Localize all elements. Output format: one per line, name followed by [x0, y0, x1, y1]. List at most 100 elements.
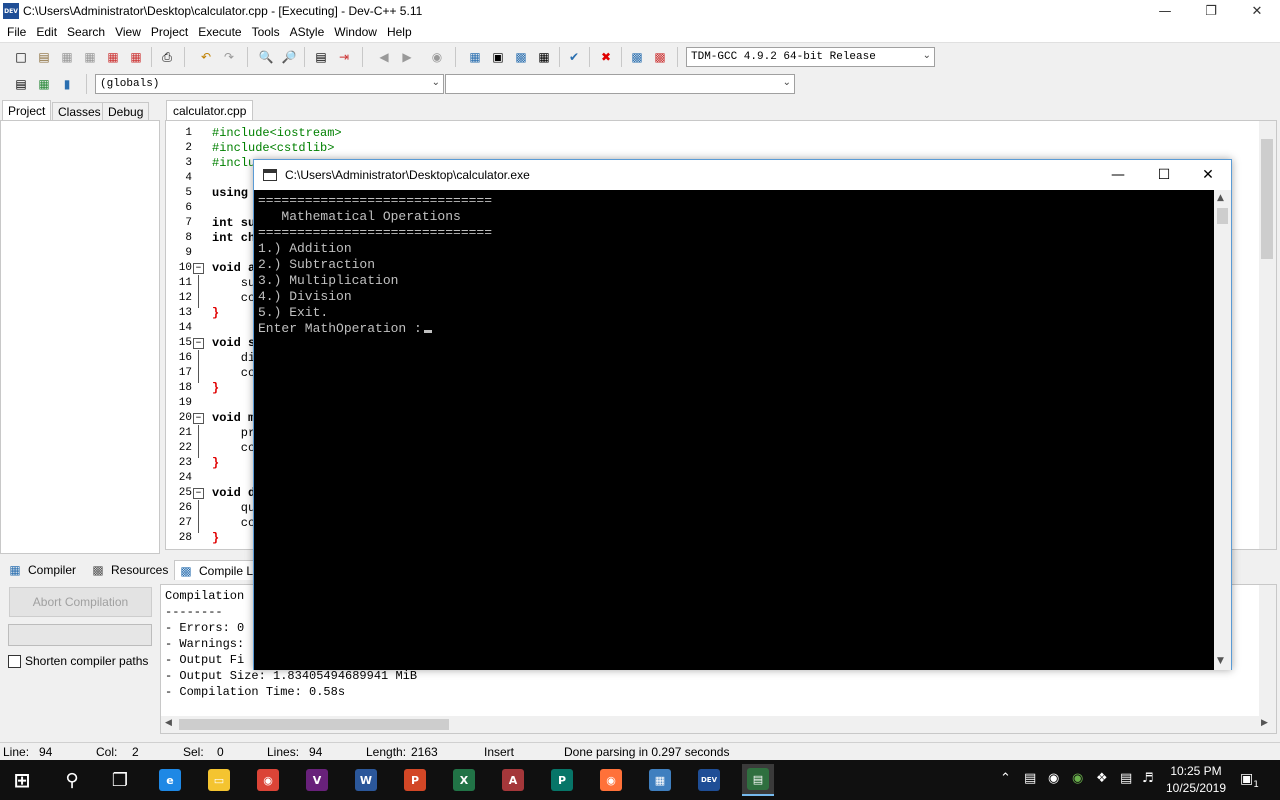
menu-file[interactable]: File — [2, 25, 31, 39]
save-all-icon[interactable]: ▦ — [81, 48, 99, 66]
taskbar-app-control-panel[interactable]: ▦ — [644, 764, 676, 796]
close-all-icon[interactable]: ▦ — [127, 48, 145, 66]
class-browser-icon[interactable]: ▤ — [12, 75, 30, 93]
new-file-icon[interactable]: □ — [12, 48, 30, 66]
taskbar-app-firefox[interactable]: ◉ — [595, 764, 627, 796]
undo-icon[interactable]: ↶ — [197, 48, 215, 66]
menu-help[interactable]: Help — [382, 25, 417, 39]
indent-icon[interactable]: ▤ — [312, 48, 330, 66]
shorten-paths-option[interactable]: Shorten compiler paths — [8, 654, 148, 668]
toggle-icon[interactable]: ▮ — [58, 75, 76, 93]
menu-view[interactable]: View — [110, 25, 146, 39]
log-scrollbar-thumb[interactable] — [179, 719, 449, 730]
taskbar-app-internet-explorer[interactable]: e — [154, 764, 186, 796]
save-icon[interactable]: ▦ — [58, 48, 76, 66]
find-icon[interactable]: 🔍 — [257, 48, 275, 66]
task-view-icon[interactable]: ❐ — [104, 764, 136, 796]
console-scrollbar-thumb[interactable] — [1217, 208, 1228, 224]
console-minimize-button[interactable]: — — [1095, 160, 1141, 190]
function-select[interactable]: ⌄ — [445, 74, 795, 94]
dropbox-icon[interactable]: ❖ — [1096, 771, 1108, 786]
editor-scrollbar[interactable] — [1259, 121, 1276, 549]
log-horizontal-scrollbar[interactable]: ◀ ▶ — [161, 716, 1276, 733]
delete-profile-icon[interactable]: ▩ — [651, 48, 669, 66]
wifi-icon[interactable]: ▤ — [1120, 771, 1132, 786]
menu-window[interactable]: Window — [329, 25, 382, 39]
fold-toggle-icon[interactable]: − — [193, 263, 204, 274]
tab-debug[interactable]: Debug — [102, 102, 150, 120]
window-icon[interactable]: ▣ — [489, 48, 507, 66]
console-scrollbar[interactable]: ▲ ▼ — [1214, 190, 1231, 670]
search-icon[interactable]: ⚲ — [56, 764, 88, 796]
abort-compilation-button[interactable]: Abort Compilation — [9, 587, 152, 617]
stop-execution-icon[interactable]: ✖ — [597, 48, 615, 66]
taskbar-app-powerpoint[interactable]: P — [399, 764, 431, 796]
replace-icon[interactable]: 🔎 — [280, 48, 298, 66]
scroll-up-icon[interactable]: ▲ — [1217, 193, 1224, 203]
network-icon[interactable]: ▤ — [1024, 771, 1036, 786]
taskbar-app-visual-studio[interactable]: V — [301, 764, 333, 796]
windows-start-icon[interactable]: ⊞ — [6, 764, 38, 796]
console-title-bar[interactable]: C:\Users\Administrator\Desktop\calculato… — [254, 160, 1231, 190]
menu-tools[interactable]: Tools — [247, 25, 285, 39]
menu-execute[interactable]: Execute — [193, 25, 246, 39]
shorten-paths-checkbox[interactable] — [8, 654, 21, 668]
taskbar-app-console[interactable]: ▤ — [742, 764, 774, 796]
menu-project[interactable]: Project — [146, 25, 193, 39]
close-file-icon[interactable]: ▦ — [104, 48, 122, 66]
check-icon[interactable]: ✔ — [565, 48, 583, 66]
editor-tab-calculator[interactable]: calculator.cpp — [166, 100, 254, 120]
chart-icon[interactable]: ▩ — [512, 48, 530, 66]
scroll-right-icon[interactable]: ▶ — [1261, 718, 1268, 728]
show-hidden-icons-icon[interactable]: ⌃ — [1000, 771, 1011, 786]
volume-icon[interactable]: ♬ — [1142, 771, 1154, 786]
layout-icon[interactable]: ▦ — [466, 48, 484, 66]
devcpp-app-icon[interactable]: DEV — [3, 3, 19, 19]
menu-astyle[interactable]: AStyle — [285, 25, 330, 39]
taskbar-app-access[interactable]: A — [497, 764, 529, 796]
restore-button[interactable]: ❐ — [1188, 0, 1234, 22]
minimize-button[interactable]: — — [1142, 0, 1188, 22]
unindent-icon[interactable]: ⇥ — [335, 48, 353, 66]
tab-compiler[interactable]: ▦ Compiler — [4, 560, 80, 580]
discord-icon[interactable]: ◉ — [1048, 771, 1059, 786]
console-output[interactable]: ============================== Mathemati… — [254, 190, 1216, 670]
close-button[interactable]: ✕ — [1234, 0, 1280, 22]
taskbar-app-excel[interactable]: X — [448, 764, 480, 796]
taskbar-app-chrome[interactable]: ◉ — [252, 764, 284, 796]
console-maximize-button[interactable]: ☐ — [1141, 160, 1187, 190]
goto-forward-icon[interactable]: ▶ — [398, 48, 416, 66]
menu-edit[interactable]: Edit — [31, 25, 62, 39]
taskbar-app-dev-c-[interactable]: DEV — [693, 764, 725, 796]
tab-resources[interactable]: ▩ Resources — [87, 560, 172, 580]
menu-search[interactable]: Search — [62, 25, 110, 39]
scroll-left-icon[interactable]: ◀ — [165, 718, 172, 728]
insert-icon[interactable]: ▦ — [35, 75, 53, 93]
open-file-icon[interactable]: ▤ — [35, 48, 53, 66]
scope-select[interactable]: (globals) ⌄ — [95, 74, 444, 94]
profile-icon[interactable]: ▩ — [628, 48, 646, 66]
fold-toggle-icon[interactable]: − — [193, 413, 204, 424]
tab-classes[interactable]: Classes — [52, 102, 107, 120]
project-tree[interactable] — [0, 120, 160, 554]
taskbar-app-word[interactable]: W — [350, 764, 382, 796]
editor-scrollbar-thumb[interactable] — [1261, 139, 1273, 259]
goto-back-icon[interactable]: ◀ — [375, 48, 393, 66]
compiler-select[interactable]: TDM-GCC 4.9.2 64-bit Release ⌄ — [686, 47, 935, 67]
console-close-button[interactable]: ✕ — [1185, 160, 1231, 190]
tile-icon[interactable]: ▦ — [535, 48, 553, 66]
fold-toggle-icon[interactable]: − — [193, 488, 204, 499]
toggle-bookmark-icon[interactable]: ◉ — [428, 48, 446, 66]
system-clock[interactable]: 10:25 PM 10/25/2019 — [1160, 763, 1232, 797]
console-window[interactable]: C:\Users\Administrator\Desktop\calculato… — [253, 159, 1232, 670]
redo-icon[interactable]: ↷ — [220, 48, 238, 66]
tab-compile-log[interactable]: ▩ Compile L — [174, 560, 259, 580]
log-vertical-scrollbar[interactable] — [1259, 585, 1276, 718]
taskbar-app-publisher[interactable]: P — [546, 764, 578, 796]
fold-toggle-icon[interactable]: − — [193, 338, 204, 349]
tab-project[interactable]: Project — [2, 100, 52, 120]
taskbar-app-file-explorer[interactable]: ▭ — [203, 764, 235, 796]
print-icon[interactable]: ⎙ — [158, 48, 176, 66]
notifications-icon[interactable]: ▣1 — [1240, 771, 1259, 790]
scroll-down-icon[interactable]: ▼ — [1217, 656, 1224, 666]
